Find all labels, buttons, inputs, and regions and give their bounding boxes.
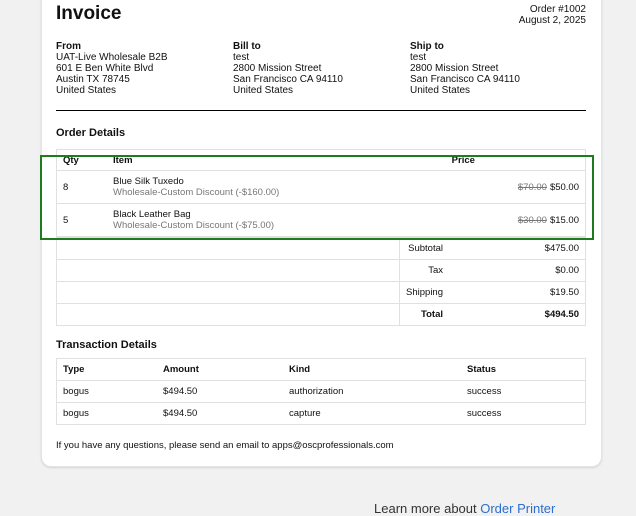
address-line: San Francisco CA 94110 — [410, 74, 520, 85]
totals-row: Subtotal $475.00 — [56, 237, 586, 260]
tx-amount: $494.50 — [157, 402, 283, 425]
tx-kind: authorization — [283, 380, 461, 403]
order-meta: Order #1002 August 2, 2025 — [519, 4, 586, 26]
table-header-row: Type Amount Kind Status — [56, 358, 586, 381]
totals-row: Shipping $19.50 — [56, 281, 586, 304]
item-qty: 8 — [56, 170, 107, 204]
address-line: UAT-Live Wholesale B2B — [56, 52, 168, 63]
tx-kind: capture — [283, 402, 461, 425]
tx-amount: $494.50 — [157, 380, 283, 403]
original-price: $30.00 — [517, 214, 547, 226]
status-header: Status — [461, 358, 586, 381]
address-line: San Francisco CA 94110 — [233, 74, 343, 85]
table-row: 8 Blue Silk Tuxedo Wholesale-Custom Disc… — [56, 170, 586, 204]
totals-spacer — [56, 281, 400, 304]
address-line: test — [233, 52, 250, 63]
totals-spacer — [56, 259, 400, 282]
address-line: test — [410, 52, 427, 63]
item-price-cell: $30.00 $15.00 — [445, 203, 586, 237]
totals-spacer — [56, 303, 400, 326]
subtotal-value: $475.00 — [449, 237, 586, 260]
tx-type: bogus — [56, 380, 157, 403]
from-heading: From — [56, 41, 81, 52]
kind-header: Kind — [283, 358, 461, 381]
item-discount: Wholesale-Custom Discount (-$75.00) — [113, 220, 275, 231]
bill-to-heading: Bill to — [233, 41, 261, 52]
address-line: 601 E Ben White Blvd — [56, 63, 154, 74]
original-price: $70.00 — [517, 181, 547, 193]
table-row: bogus $494.50 authorization success — [56, 380, 586, 403]
item-name: Black Leather Bag — [113, 209, 191, 220]
table-row: 5 Black Leather Bag Wholesale-Custom Dis… — [56, 203, 586, 237]
subtotal-label: Subtotal — [399, 237, 449, 260]
totals-spacer — [56, 237, 400, 260]
table-header-row: Qty Item Price — [56, 149, 586, 171]
tx-type: bogus — [56, 402, 157, 425]
bill-to-address: Bill to test 2800 Mission Street San Fra… — [233, 41, 343, 96]
item-name: Blue Silk Tuxedo — [113, 176, 184, 187]
item-description: Black Leather Bag Wholesale-Custom Disco… — [107, 203, 446, 237]
item-qty: 5 — [56, 203, 107, 237]
ship-to-address: Ship to test 2800 Mission Street San Fra… — [410, 41, 520, 96]
discounted-price: $15.00 — [549, 214, 579, 226]
item-discount: Wholesale-Custom Discount (-$160.00) — [113, 187, 280, 198]
address-line: 2800 Mission Street — [233, 63, 322, 74]
shipping-label: Shipping — [399, 281, 449, 304]
type-header: Type — [56, 358, 157, 381]
address-line: Austin TX 78745 — [56, 74, 130, 85]
qty-header: Qty — [56, 149, 107, 171]
order-items-table: Qty Item Price 8 Blue Silk Tuxedo Wholes… — [56, 149, 586, 237]
shipping-value: $19.50 — [449, 281, 586, 304]
address-line: United States — [410, 85, 471, 96]
total-value: $494.50 — [449, 303, 586, 326]
from-address: From UAT-Live Wholesale B2B 601 E Ben Wh… — [56, 41, 168, 96]
footer-note: If you have any questions, please send a… — [56, 440, 394, 451]
transactions-table: Type Amount Kind Status bogus $494.50 au… — [56, 358, 586, 425]
tax-label: Tax — [399, 259, 449, 282]
order-details-title: Order Details — [56, 127, 126, 139]
totals-row: Total $494.50 — [56, 303, 586, 326]
item-price-cell: $70.00 $50.00 — [445, 170, 586, 204]
transaction-details-title: Transaction Details — [56, 339, 157, 351]
tax-value: $0.00 — [449, 259, 586, 282]
tx-status: success — [461, 380, 586, 403]
totals-row: Tax $0.00 — [56, 259, 586, 282]
ship-to-heading: Ship to — [410, 41, 444, 52]
address-line: United States — [233, 85, 294, 96]
amount-header: Amount — [157, 358, 283, 381]
discounted-price: $50.00 — [549, 181, 579, 193]
total-label: Total — [399, 303, 449, 326]
invoice-title: Invoice — [56, 3, 122, 24]
address-line: United States — [56, 85, 117, 96]
address-line: 2800 Mission Street — [410, 63, 499, 74]
totals-table: Subtotal $475.00 Tax $0.00 Shipping $19.… — [56, 237, 586, 326]
tx-status: success — [461, 402, 586, 425]
item-description: Blue Silk Tuxedo Wholesale-Custom Discou… — [107, 170, 446, 204]
order-number: Order #1002 — [529, 4, 586, 15]
table-row: bogus $494.50 capture success — [56, 402, 586, 425]
order-date: August 2, 2025 — [518, 15, 586, 26]
price-header: Price — [445, 149, 586, 171]
item-header: Item — [107, 149, 446, 171]
divider — [56, 110, 586, 111]
